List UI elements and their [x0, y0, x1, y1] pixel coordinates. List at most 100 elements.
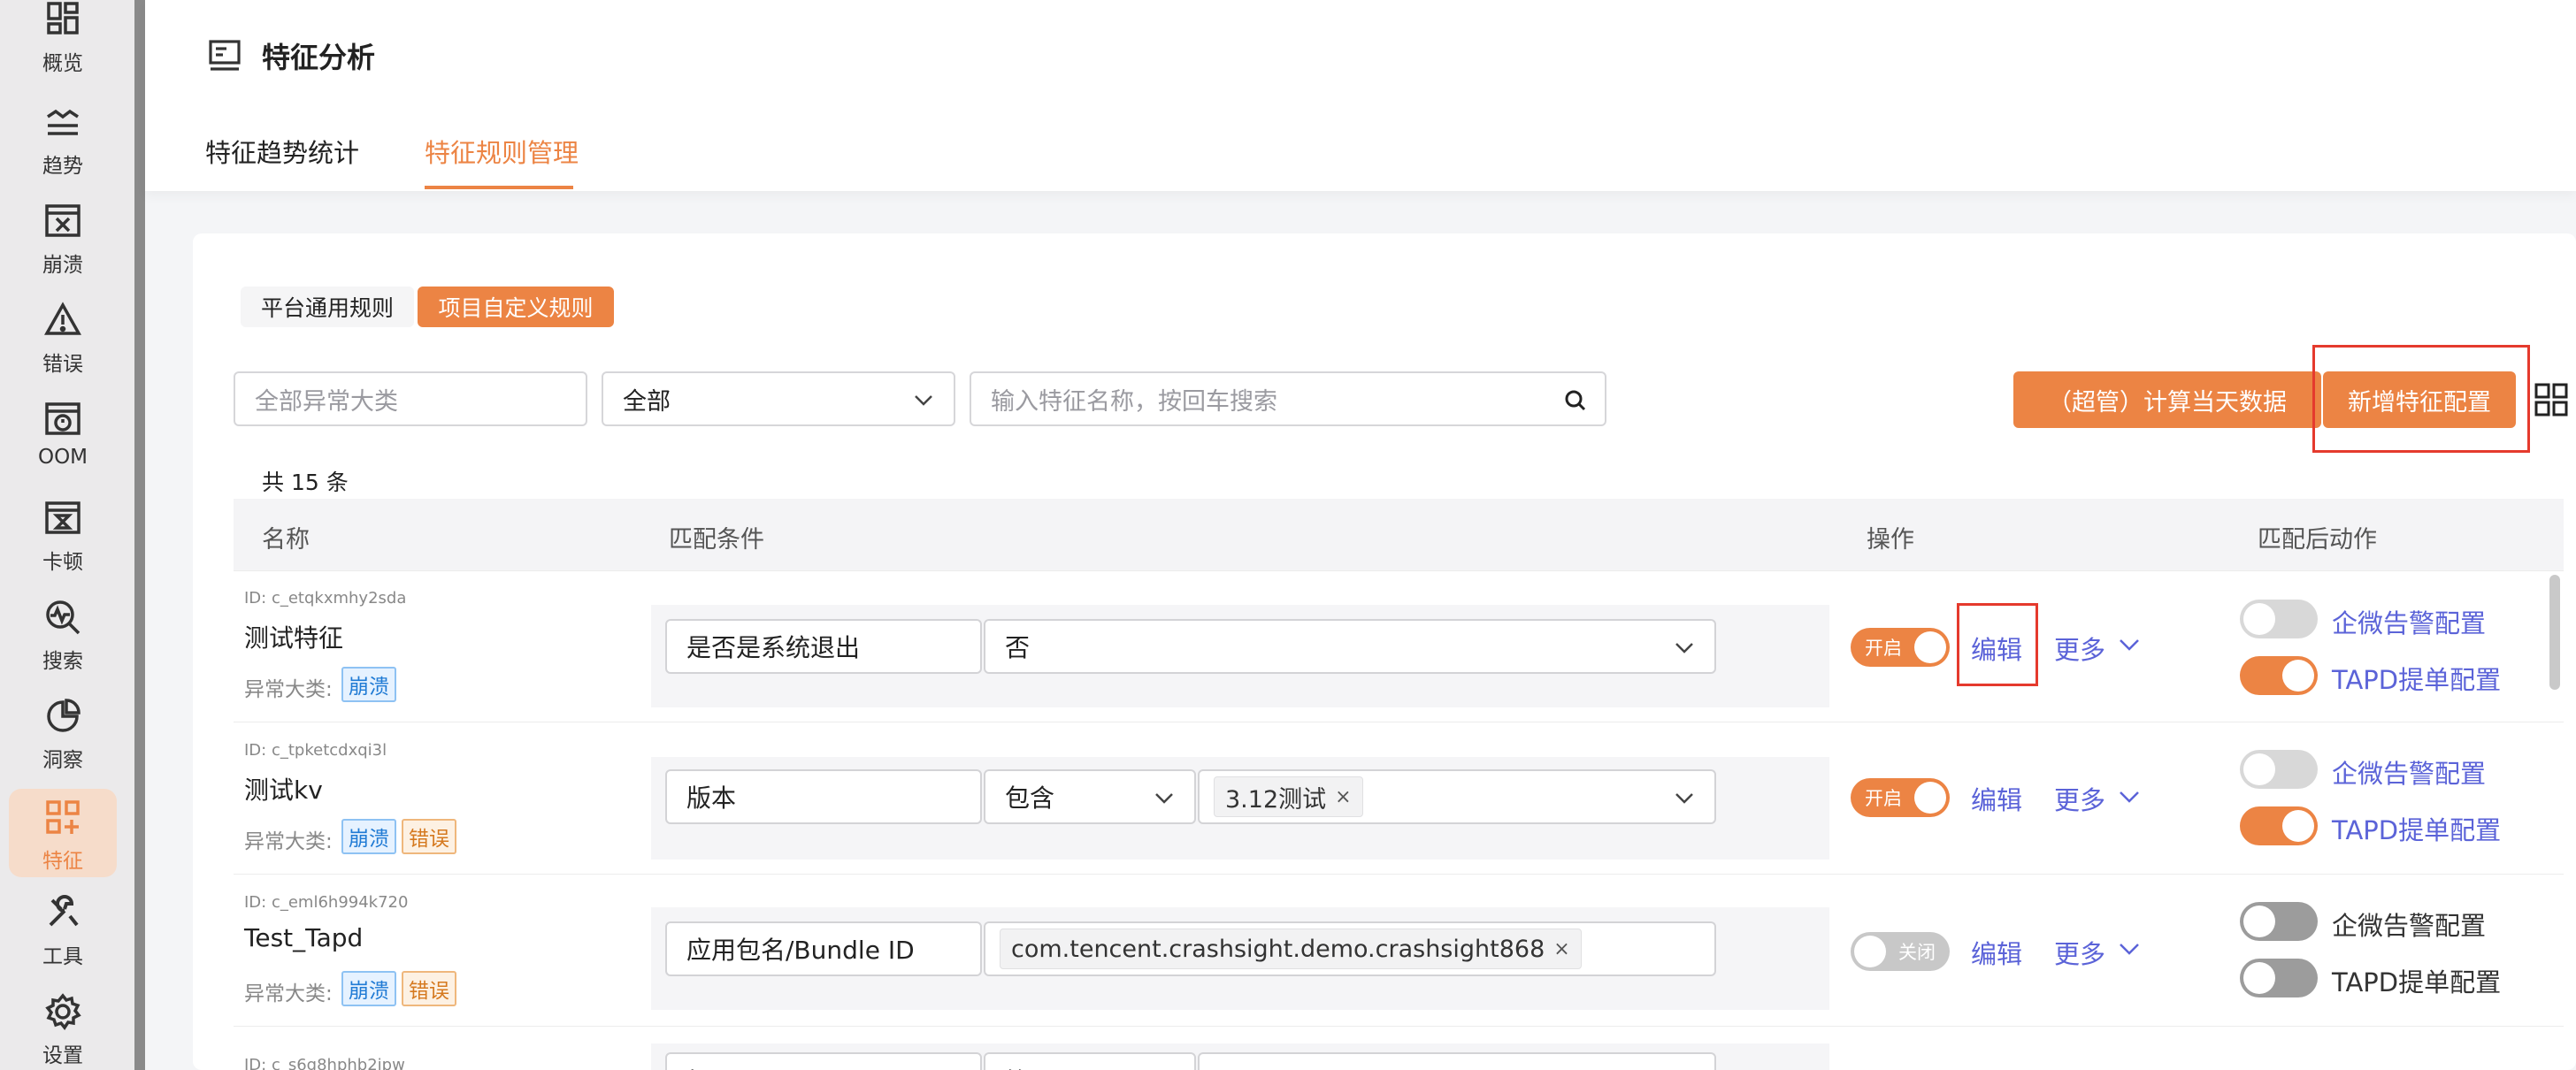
category-label: 异常大类:: [244, 982, 333, 1005]
condition-value-select[interactable]: 3.12测试 ×: [1198, 769, 1716, 824]
search-icon[interactable]: [1562, 387, 1589, 414]
sidebar-item-oom[interactable]: OOM: [9, 400, 117, 488]
segment-project-rules[interactable]: 项目自定义规则: [418, 287, 614, 327]
warning-icon: [44, 302, 81, 335]
condition-field-select[interactable]: 是否是系统退出: [665, 619, 982, 674]
status-select[interactable]: 全部: [602, 371, 955, 426]
edit-link[interactable]: 编辑: [1971, 780, 2022, 817]
tools-icon: [49, 895, 79, 927]
sidebar-item-overview[interactable]: 概览: [9, 0, 117, 88]
status-switch[interactable]: 开启: [1851, 628, 1950, 667]
active-tab-indicator: [425, 186, 573, 189]
trend-icon: [47, 109, 79, 135]
edit-link[interactable]: 编辑: [1971, 934, 2022, 971]
category-tag-error: 错误: [402, 819, 456, 854]
chevron-down-icon[interactable]: [2118, 785, 2141, 808]
tapd-ticket-config-link[interactable]: TAPD提单配置: [2332, 810, 2501, 847]
chevron-down-icon: [915, 395, 932, 406]
sidebar-item-label: 错误: [42, 353, 83, 376]
wecom-alert-toggle[interactable]: [2240, 600, 2318, 638]
tapd-ticket-config-label: TAPD提单配置: [2332, 967, 2502, 997]
row-divider: [234, 1026, 2564, 1027]
sidebar-item-crash[interactable]: 崩溃: [9, 202, 117, 290]
memory-icon: [45, 402, 80, 435]
page-title: 特征分析: [207, 35, 375, 76]
sidebar-item-tools[interactable]: 工具: [9, 893, 117, 982]
category-tag-crash: 崩溃: [341, 819, 396, 854]
category-tag-crash: 崩溃: [341, 667, 396, 702]
value-chip: 3.12测试 ×: [1214, 776, 1363, 817]
tapd-ticket-config-link[interactable]: TAPD提单配置: [2332, 660, 2501, 697]
column-header-condition: 匹配条件: [669, 526, 764, 554]
tab-feature-rules[interactable]: 特征规则管理: [425, 133, 579, 170]
sidebar-item-label: 崩溃: [42, 254, 83, 277]
scrollbar[interactable]: [2549, 575, 2560, 690]
monitor-icon: [209, 40, 241, 71]
tab-feature-trend[interactable]: 特征趋势统计: [205, 133, 359, 170]
sidebar-item-label: 搜索: [42, 650, 83, 673]
tapd-ticket-toggle[interactable]: [2240, 656, 2318, 695]
more-link[interactable]: 更多: [2054, 630, 2105, 667]
sidebar-item-error[interactable]: 错误: [9, 301, 117, 389]
close-icon[interactable]: ×: [1335, 786, 1351, 808]
tapd-ticket-toggle[interactable]: [2240, 806, 2318, 845]
feature-grid-icon: [46, 800, 80, 834]
category-tag-error: 错误: [402, 971, 456, 1006]
total-count: 共 15 条: [262, 470, 349, 495]
wecom-alert-config-link[interactable]: 企微告警配置: [2332, 603, 2486, 640]
sidebar-item-label: 设置: [42, 1044, 83, 1067]
wecom-alert-toggle[interactable]: [2240, 750, 2318, 789]
condition-field-select[interactable]: 应用包名/Bundle ID: [665, 921, 982, 976]
sidebar-item-label: 趋势: [42, 155, 83, 178]
wecom-alert-toggle[interactable]: [2240, 902, 2318, 941]
close-icon[interactable]: ×: [1553, 938, 1569, 960]
column-header-name: 名称: [262, 526, 310, 554]
category-select[interactable]: 全部异常大类: [234, 371, 587, 426]
condition-value-select[interactable]: 否: [984, 619, 1716, 674]
sidebar-item-insight[interactable]: 洞察: [9, 697, 117, 785]
condition-operator-select[interactable]: 包含: [984, 769, 1196, 824]
page-header: 特征分析 特征趋势统计 特征规则管理: [145, 0, 2576, 191]
highlight-box: [1957, 603, 2038, 686]
segment-platform-rules[interactable]: 平台通用规则: [241, 287, 414, 327]
search-input[interactable]: 输入特征名称，按回车搜索: [970, 371, 1606, 426]
dashboard-icon: [47, 2, 79, 34]
condition-value-select[interactable]: com.tencent.crashsight.demo.crashsight86…: [984, 921, 1716, 976]
condition-operator-select[interactable]: 等于: [984, 1052, 1196, 1070]
tapd-ticket-toggle[interactable]: [2240, 959, 2318, 997]
sidebar-item-lag[interactable]: 卡顿: [9, 499, 117, 587]
compute-today-button[interactable]: （超管）计算当天数据: [2013, 371, 2321, 428]
chevron-down-icon: [1675, 793, 1693, 804]
more-link[interactable]: 更多: [2054, 934, 2105, 971]
chevron-down-icon[interactable]: [2118, 937, 2141, 960]
crash-icon: [45, 204, 80, 237]
value-chip: com.tencent.crashsight.demo.crashsight86…: [1000, 929, 1582, 969]
sidebar-item-feature[interactable]: 特征: [9, 789, 117, 877]
sidebar-item-label: 特征: [42, 850, 83, 873]
sidebar-item-trend[interactable]: 趋势: [9, 103, 117, 191]
column-header-action: 匹配后动作: [2258, 526, 2377, 554]
rule-name: Test_Tapd: [244, 923, 364, 952]
insight-pie-icon: [47, 699, 80, 732]
sidebar-item-settings[interactable]: 设置: [9, 992, 117, 1070]
category-label: 异常大类:: [244, 830, 333, 853]
status-switch[interactable]: 开启: [1851, 778, 1950, 817]
condition-field-select[interactable]: 标题: [665, 1052, 982, 1070]
sidebar: 概览 趋势 崩溃 错误 OOM 卡顿 搜索 洞察 特征 工具 设置: [0, 0, 134, 1070]
chevron-down-icon: [1155, 793, 1173, 804]
condition-value-select[interactable]: [1198, 1052, 1716, 1070]
rule-id: ID: c_tpketcdxqi3l: [244, 741, 387, 760]
chevron-down-icon[interactable]: [2118, 633, 2141, 656]
table-header: [234, 499, 2564, 571]
condition-field-select[interactable]: 版本: [665, 769, 982, 824]
sidebar-item-label: 概览: [42, 52, 83, 75]
column-header-operation: 操作: [1867, 526, 1914, 554]
sidebar-divider: [134, 0, 145, 1070]
more-link[interactable]: 更多: [2054, 780, 2105, 817]
wecom-alert-config-link[interactable]: 企微告警配置: [2332, 753, 2486, 791]
sidebar-item-search[interactable]: 搜索: [9, 598, 117, 686]
status-switch[interactable]: 关闭: [1851, 932, 1950, 971]
sidebar-item-label: 洞察: [42, 749, 83, 772]
grid-view-icon[interactable]: [2534, 382, 2569, 417]
sidebar-item-label: 卡顿: [42, 551, 83, 574]
